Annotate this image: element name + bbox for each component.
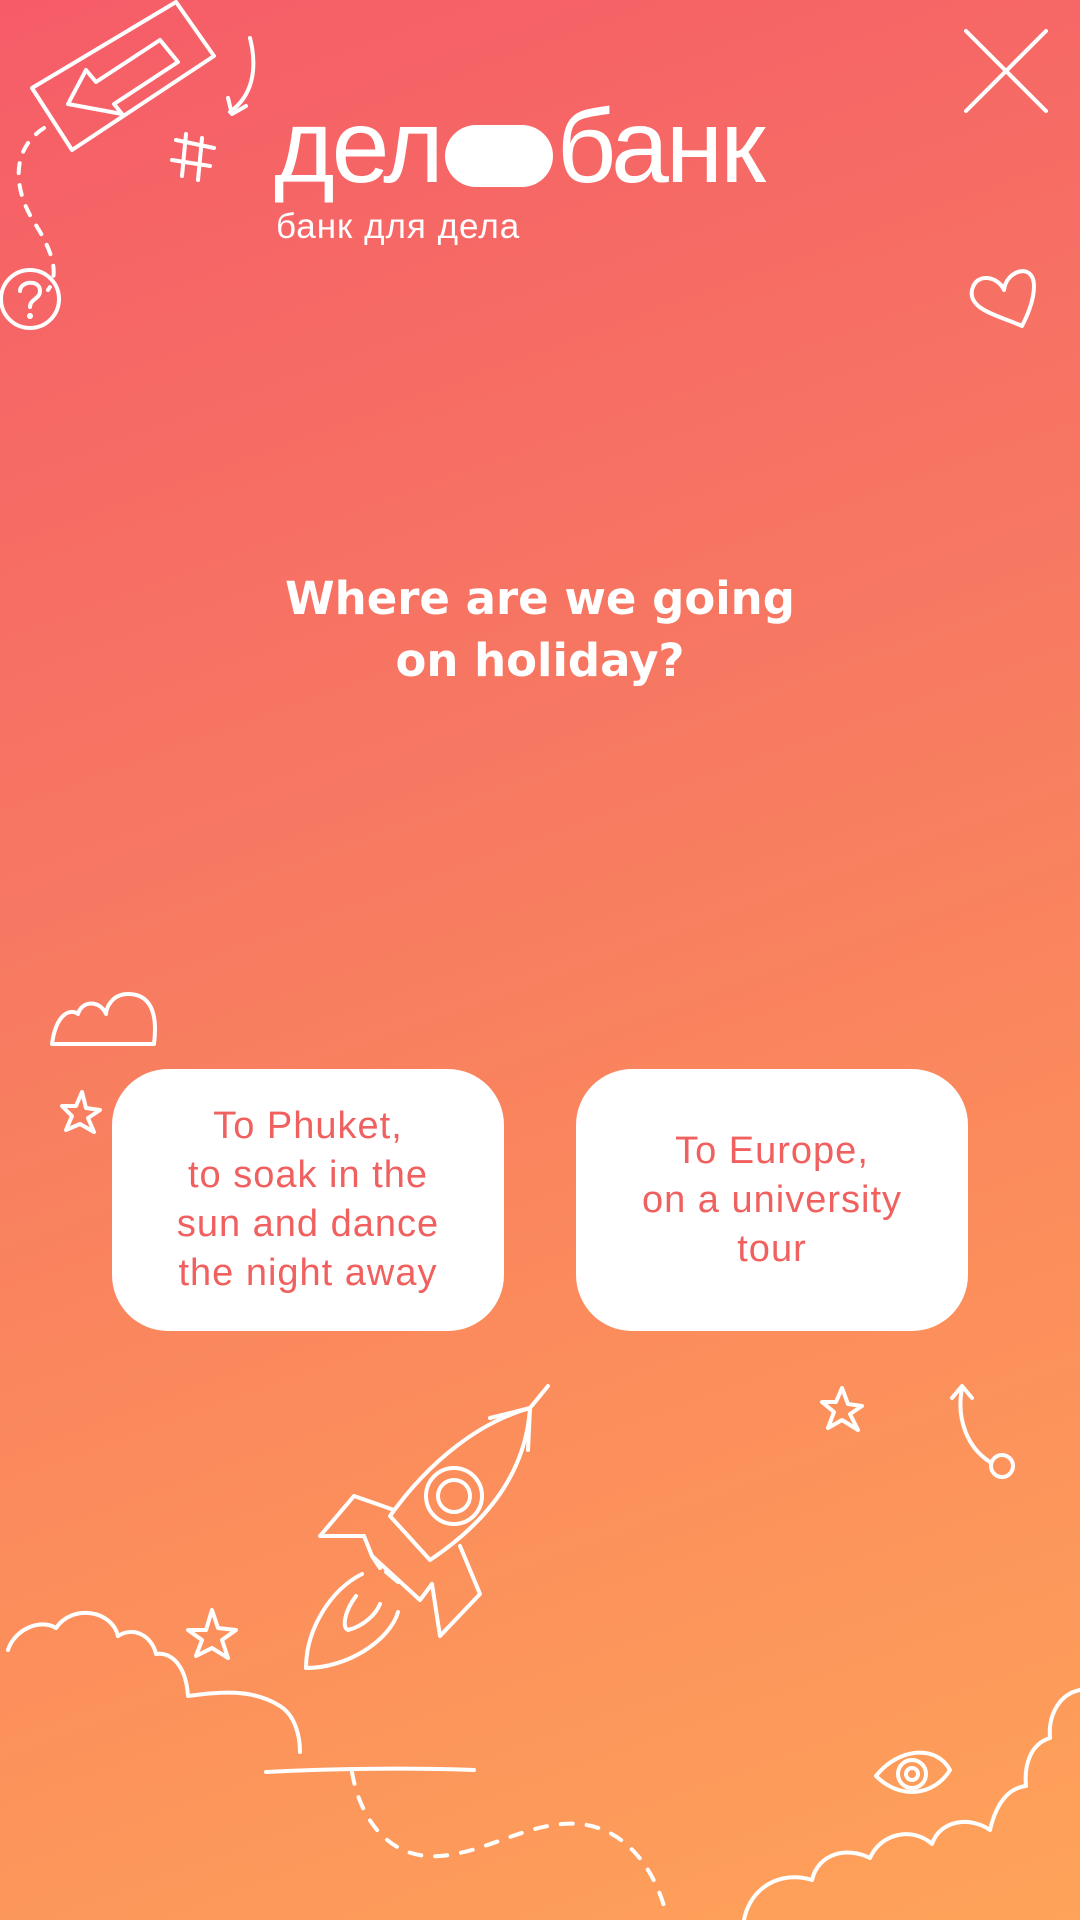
star-icon	[60, 1090, 102, 1134]
logo-text-left: дел	[274, 89, 444, 205]
rocket-icon	[304, 1384, 550, 1670]
background-doodles	[6, 0, 1080, 1920]
arrow-sign-icon	[30, 0, 256, 152]
ground-line	[264, 1766, 476, 1774]
dashed-path	[16, 126, 56, 292]
answer-label: To Phuket, to soak in the sun and dance …	[176, 1105, 440, 1294]
brand-logo: дел банк банк для дела	[274, 95, 814, 250]
question-line-1: Where are we going	[285, 572, 795, 625]
question-line-2: on holiday?	[395, 634, 685, 687]
close-button[interactable]	[962, 27, 1050, 115]
hashtag-icon	[170, 132, 216, 182]
star-icon	[820, 1386, 864, 1432]
logo-tagline: банк для дела	[276, 207, 521, 246]
answer-button-europe[interactable]: To Europe, on a university tour	[576, 1069, 968, 1331]
cloud-icon	[742, 1688, 1080, 1920]
logo-text-right: банк	[556, 89, 766, 205]
dashed-path	[350, 1770, 666, 1908]
close-icon	[964, 29, 1048, 113]
answer-button-phuket[interactable]: To Phuket, to soak in the sun and dance …	[112, 1069, 504, 1331]
answer-label: To Europe, on a university tour	[641, 1129, 902, 1270]
heart-icon	[969, 269, 1036, 328]
logo-wordmark: дел банк	[274, 89, 766, 205]
curved-arrow-icon	[950, 1384, 1015, 1479]
help-button[interactable]	[0, 267, 64, 331]
quiz-question: Where are we going on holiday?	[140, 568, 940, 692]
cloud-icon	[6, 1610, 302, 1754]
logo-pill-icon	[444, 125, 553, 187]
star-icon	[186, 1608, 238, 1660]
eye-icon	[874, 1750, 952, 1794]
cloud-icon	[50, 992, 157, 1046]
question-mark-icon	[0, 268, 61, 330]
